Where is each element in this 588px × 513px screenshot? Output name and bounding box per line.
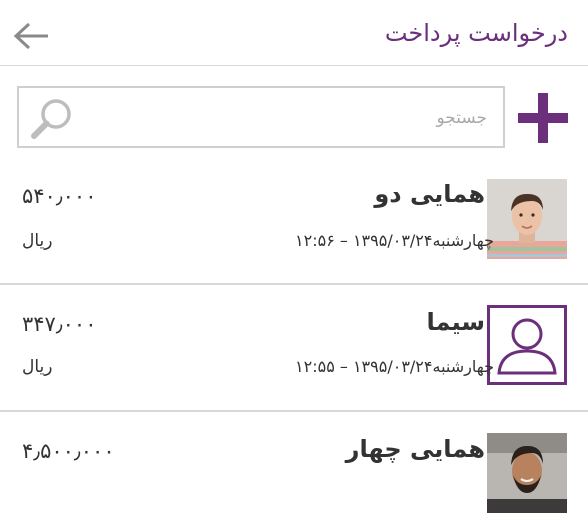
list-item[interactable]: همایی چهار ۴٫۵۰۰٫۰۰۰	[0, 412, 588, 513]
app-bar: درخواست پرداخت	[0, 0, 588, 66]
request-date: چهارشنبه۱۳۹۵/۰۳/۲۴ – ۱۲:۵۵	[295, 357, 494, 376]
amount: ۵۴۰٫۰۰۰	[22, 184, 97, 208]
requester-name: سیما	[426, 308, 486, 336]
plus-icon[interactable]	[516, 91, 570, 145]
page-title: درخواست پرداخت	[384, 19, 568, 47]
amount: ۳۴۷٫۰۰۰	[22, 312, 97, 336]
requester-name: همایی چهار	[345, 435, 485, 463]
user-photo-icon	[487, 179, 567, 259]
avatar	[487, 305, 567, 385]
currency-label: ریال	[22, 231, 53, 251]
arrow-left-icon[interactable]	[14, 22, 50, 50]
requester-name: همایی دو	[374, 180, 485, 208]
search-box[interactable]	[17, 86, 505, 148]
request-date: چهارشنبه۱۳۹۵/۰۳/۲۴ – ۱۲:۵۶	[295, 231, 494, 250]
avatar	[487, 433, 567, 513]
list-item[interactable]: همایی دو ۵۴۰٫۰۰۰ چهارشنبه۱۳۹۵/۰۳/۲۴ – ۱۲…	[0, 159, 588, 285]
search-icon[interactable]	[29, 96, 75, 142]
amount: ۴٫۵۰۰٫۰۰۰	[22, 439, 115, 463]
search-input[interactable]	[105, 100, 489, 136]
search-row	[0, 67, 588, 159]
currency-label: ریال	[22, 357, 53, 377]
list-item[interactable]: سیما ۳۴۷٫۰۰۰ چهارشنبه۱۳۹۵/۰۳/۲۴ – ۱۲:۵۵ …	[0, 285, 588, 412]
user-placeholder-icon	[487, 305, 567, 385]
avatar	[487, 179, 567, 259]
user-photo-icon	[487, 433, 567, 513]
